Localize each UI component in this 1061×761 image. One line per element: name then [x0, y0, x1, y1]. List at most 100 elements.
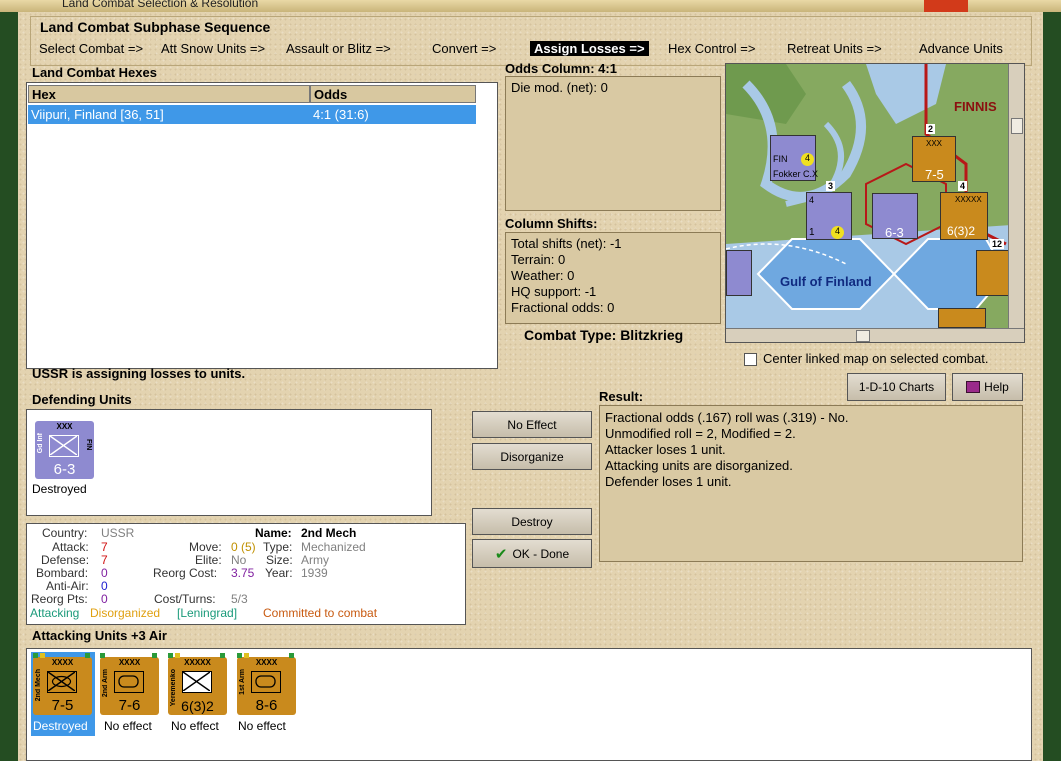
unit-reorg-cost: 3.75 [231, 566, 255, 580]
unit-name: 2nd Mech [301, 526, 357, 540]
hexes-row-odds[interactable]: 4:1 (31:6) [310, 105, 476, 124]
hexes-col-odds[interactable]: Odds [310, 85, 476, 103]
hexes-title: Land Combat Hexes [32, 65, 157, 80]
map-hscroll-thumb[interactable] [856, 330, 870, 342]
close-icon[interactable] [924, 0, 968, 12]
result-title: Result: [599, 389, 644, 404]
map-unit-east-edge[interactable] [976, 250, 1010, 296]
seq-step-convert: Convert => [432, 41, 497, 56]
flag-disorganized: Disorganized [90, 606, 161, 620]
linked-map[interactable]: FINNIS Gulf of Finland FIN Fokker C.X 4 … [725, 63, 1025, 343]
seq-step-advance: Advance Units [919, 41, 1003, 56]
unit-elite: No [231, 553, 247, 567]
attacking-unit-2nd-arm[interactable]: XXXX 2nd Arm 7-6 [100, 653, 159, 715]
map-unit-south[interactable] [938, 308, 986, 328]
map-unit-2nd-mech[interactable]: XXX 7-5 [912, 136, 956, 182]
hexes-col-hex[interactable]: Hex [28, 85, 310, 103]
ok-done-label: OK - Done [512, 546, 570, 561]
unit-country: USSR [101, 526, 135, 540]
map-unit-fokker-dxxi[interactable]: 4 1 4 [806, 192, 852, 240]
unit-bombard: 0 [101, 566, 108, 580]
seq-step-assign-losses: Assign Losses => [530, 41, 649, 56]
map-unit-gd-inf[interactable]: 6-3 [872, 193, 918, 240]
dialog: Land Combat Subphase Sequence Select Com… [18, 12, 1043, 761]
attacking-unit-1st-arm[interactable]: XXXX 1st Arm 8-6 [237, 653, 296, 715]
unit-antiair: 0 [101, 579, 108, 593]
combat-type: Combat Type: Blitzkrieg [524, 327, 684, 343]
armor-symbol-icon [251, 671, 281, 693]
shift-terrain: Terrain: 0 [511, 252, 566, 267]
flag-committed: Committed to combat [263, 606, 378, 620]
map-vscroll-thumb[interactable] [1011, 118, 1023, 134]
map-label-gulf: Gulf of Finland [780, 274, 872, 289]
status-text: USSR is assigning losses to units. [32, 366, 246, 381]
attacking-caption-2: No effect [171, 719, 219, 733]
odds-title: Odds Column: 4:1 [505, 61, 617, 76]
window-titlebar: Land Combat Selection & Resolution [0, 0, 1061, 12]
map-stack-count-0: 3 [826, 181, 836, 191]
result-line-1: Fractional odds (.167) roll was (.319) -… [605, 410, 849, 425]
seq-step-select-combat: Select Combat => [39, 41, 144, 56]
unit-year: 1939 [301, 566, 328, 580]
shift-weather: Weather: 0 [511, 268, 575, 283]
attacking-caption-0: Destroyed [33, 719, 88, 733]
map-stack-count-2: 4 [958, 181, 968, 191]
defending-panel: XXX Gd Inf FIN 6-3 Destroyed [26, 409, 432, 516]
defending-unit-caption: Destroyed [32, 482, 87, 496]
unit-move-base: (5) [241, 540, 256, 554]
map-vscroll[interactable] [1008, 64, 1024, 328]
shifts-title: Column Shifts: [505, 216, 598, 231]
attacking-unit-yeremenko[interactable]: XXXXX Yeremenko 6(3)2 [168, 653, 227, 715]
unit-size: Army [301, 553, 329, 567]
window-title: Land Combat Selection & Resolution [62, 0, 259, 10]
help-book-icon [966, 381, 981, 393]
ok-done-button[interactable]: ✔ OK - Done [472, 539, 592, 568]
destroy-button[interactable]: Destroy [472, 508, 592, 535]
shift-fractional: Fractional odds: 0 [511, 300, 615, 315]
map-unit-west-edge[interactable] [726, 250, 752, 296]
unit-move: 0 [231, 540, 238, 554]
defending-unit-gd-inf[interactable]: XXX Gd Inf FIN 6-3 [35, 421, 94, 479]
seq-step-hex-control: Hex Control => [668, 41, 756, 56]
infantry-symbol-icon [182, 671, 212, 693]
flag-attacking: Attacking [30, 606, 80, 620]
flag-leningrad: [Leningrad] [177, 606, 238, 620]
attacking-title: Attacking Units +3 Air [32, 628, 167, 643]
map-stack-count-3: 12 [990, 239, 1005, 249]
attacking-caption-3: No effect [238, 719, 286, 733]
center-linked-checkbox[interactable] [744, 353, 757, 366]
attacking-unit-2nd-mech[interactable]: XXXX 2nd Mech 7-5 [33, 653, 92, 715]
charts-button[interactable]: 1-D-10 Charts [847, 373, 946, 401]
shifts-panel: Total shifts (net): -1 Terrain: 0 Weathe… [505, 232, 721, 324]
result-line-5: Defender loses 1 unit. [605, 474, 732, 489]
shift-hq: HQ support: -1 [511, 284, 597, 299]
subphase-sequence-title: Land Combat Subphase Sequence [40, 19, 271, 35]
die-mod: Die mod. (net): 0 [511, 80, 608, 95]
unit-attack: 7 [101, 540, 108, 554]
seq-step-att-snow: Att Snow Units => [161, 41, 266, 56]
no-effect-button[interactable]: No Effect [472, 411, 592, 438]
map-edge-left [0, 12, 18, 761]
odds-panel: Die mod. (net): 0 [505, 76, 721, 211]
seq-step-assault-blitz: Assault or Blitz => [286, 41, 391, 56]
hexes-row-hex[interactable]: Viipuri, Finland [36, 51] [28, 105, 310, 124]
unit-cost-turns: 5/3 [231, 592, 248, 606]
result-panel: Fractional odds (.167) roll was (.319) -… [599, 405, 1023, 562]
map-hscroll[interactable] [726, 328, 1024, 342]
map-stack-count-1: 2 [926, 124, 936, 134]
checkmark-icon: ✔ [494, 545, 508, 563]
result-line-3: Attacker loses 1 unit. [605, 442, 726, 457]
attacking-caption-1: No effect [104, 719, 152, 733]
disorganize-button[interactable]: Disorganize [472, 443, 592, 470]
shift-total: Total shifts (net): -1 [511, 236, 622, 251]
map-unit-fokker-cx[interactable]: FIN Fokker C.X 4 [770, 135, 818, 181]
seq-step-retreat: Retreat Units => [787, 41, 882, 56]
help-label: Help [984, 380, 1009, 394]
infantry-symbol-icon [49, 435, 79, 457]
mech-symbol-icon [47, 671, 77, 693]
help-button[interactable]: Help [952, 373, 1023, 401]
unit-info-panel: Country: USSR Attack: 7 Defense: 7 Bomba… [26, 523, 466, 625]
defending-title: Defending Units [32, 392, 132, 407]
unit-reorg-pts: 0 [101, 592, 108, 606]
map-unit-yeremenko[interactable]: XXXXX 6(3)2 [940, 192, 988, 240]
